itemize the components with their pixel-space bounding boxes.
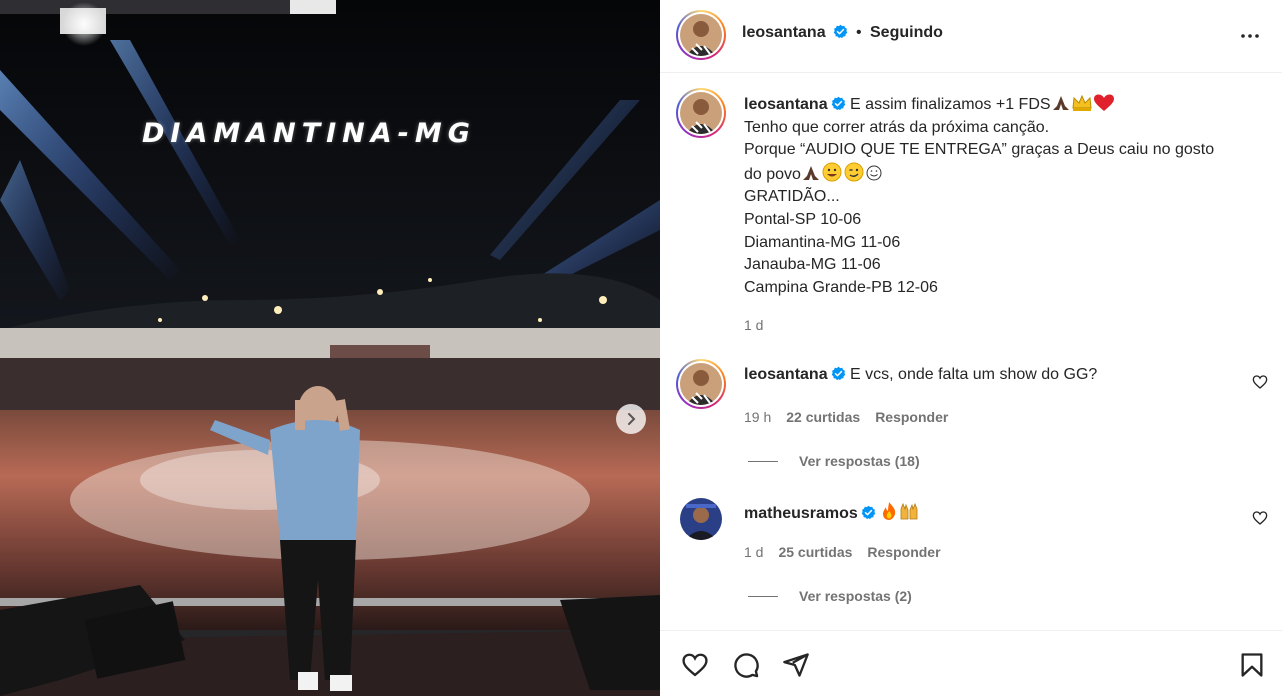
view-replies-button[interactable]: Ver respostas (18) [748, 453, 920, 469]
caption-time[interactable]: 1 d [744, 317, 763, 333]
post-header: leosantana • Seguindo [660, 0, 1282, 73]
post-media[interactable]: Diamantina-MG [0, 0, 660, 696]
comment-author-avatar[interactable] [676, 359, 726, 409]
username-text[interactable]: leosantana [742, 24, 826, 41]
next-media-button[interactable] [616, 404, 646, 434]
caption-line: do povo [744, 165, 801, 183]
header-separator: • [856, 24, 862, 41]
comment-time[interactable]: 19 h [744, 409, 771, 425]
more-horizontal-icon [1241, 34, 1259, 38]
verified-badge-icon [831, 366, 845, 381]
comments-section[interactable]: leosantana E assim finalizamos +1 FDS Te… [660, 74, 1282, 630]
comment-likes[interactable]: 25 curtidas [778, 544, 852, 560]
praying-hands-icon [802, 165, 819, 180]
comment-body: E vcs, onde falta um show do GG? [850, 366, 1098, 383]
avatar-image [680, 498, 722, 540]
like-button[interactable] [680, 651, 710, 684]
caption-author-avatar[interactable] [676, 88, 726, 138]
heart-outline-icon [1252, 511, 1268, 525]
caption-line: Porque “AUDIO QUE TE ENTREGA” graças a D… [744, 141, 1215, 159]
caption-line: Diamantina-MG 11-06 [744, 233, 901, 251]
concert-photo [0, 0, 660, 696]
comment-likes[interactable]: 22 curtidas [786, 409, 860, 425]
grinning-face-icon [822, 162, 842, 182]
comment-time[interactable]: 1 d [744, 544, 763, 560]
view-replies-button[interactable]: Ver respostas (2) [748, 588, 912, 604]
comment-button[interactable] [731, 651, 761, 684]
view-replies-label[interactable]: Ver respostas (2) [799, 588, 912, 604]
heart-outline-icon [1252, 375, 1268, 389]
comment-text: leosantana E vcs, onde falta um show do … [744, 366, 1097, 384]
heart-icon [682, 653, 708, 677]
post-details-panel: leosantana • Seguindo leosantana E assim… [660, 0, 1282, 696]
author-avatar[interactable] [676, 10, 726, 60]
caption-text: leosantana E assim finalizamos +1 FDS Te… [744, 94, 1264, 299]
caption-line: Campina Grande-PB 12-06 [744, 278, 938, 296]
verified-badge-icon [833, 24, 848, 39]
chevron-right-icon [628, 413, 636, 425]
comment-text: matheusramos [744, 501, 920, 523]
replies-divider [748, 460, 778, 462]
praying-hands-icon [1052, 96, 1069, 110]
winking-face-icon [844, 162, 864, 182]
comment-meta: 19 h 22 curtidas Responder [744, 409, 948, 425]
following-button[interactable]: Seguindo [870, 24, 943, 42]
share-icon [783, 653, 809, 677]
replies-divider [748, 595, 778, 597]
caption-line: E assim finalizamos +1 FDS [850, 96, 1051, 113]
comment-username[interactable]: leosantana [744, 366, 828, 383]
like-comment-button[interactable] [1252, 374, 1268, 395]
view-replies-label[interactable]: Ver respostas (18) [799, 453, 920, 469]
reply-button[interactable]: Responder [867, 544, 940, 560]
avatar-image [680, 363, 722, 405]
raising-hands-icon [900, 502, 918, 520]
more-options-button[interactable] [1238, 24, 1262, 53]
caption-meta: 1 d [744, 317, 763, 333]
comment-author-avatar[interactable] [680, 498, 722, 540]
caption-line: Pontal-SP 10-06 [744, 210, 862, 228]
red-heart-icon [1093, 94, 1114, 111]
avatar-image [680, 14, 722, 56]
crown-icon [1072, 94, 1092, 111]
comment-username[interactable]: matheusramos [744, 505, 858, 522]
caption-line: Janauba-MG 11-06 [744, 256, 881, 274]
avatar-image [680, 92, 722, 134]
like-comment-button[interactable] [1252, 510, 1268, 531]
author-username[interactable]: leosantana [742, 24, 848, 42]
caption-line: Tenho que correr atrás da próxima canção… [744, 118, 1050, 136]
share-button[interactable] [781, 651, 811, 684]
comment-icon [734, 653, 759, 678]
smiling-face-icon [866, 165, 882, 181]
verified-badge-icon [831, 96, 845, 111]
fire-icon [883, 502, 896, 520]
location-overlay-text: Diamantina-MG [142, 118, 476, 149]
caption-line: GRATIDÃO... [744, 188, 840, 206]
bookmark-icon [1241, 653, 1263, 677]
verified-badge-icon [861, 505, 876, 520]
reply-button[interactable]: Responder [875, 409, 948, 425]
comment-meta: 1 d 25 curtidas Responder [744, 544, 941, 560]
post-actions-bar [660, 630, 1282, 696]
caption-username[interactable]: leosantana [744, 96, 828, 113]
save-button[interactable] [1238, 651, 1266, 684]
